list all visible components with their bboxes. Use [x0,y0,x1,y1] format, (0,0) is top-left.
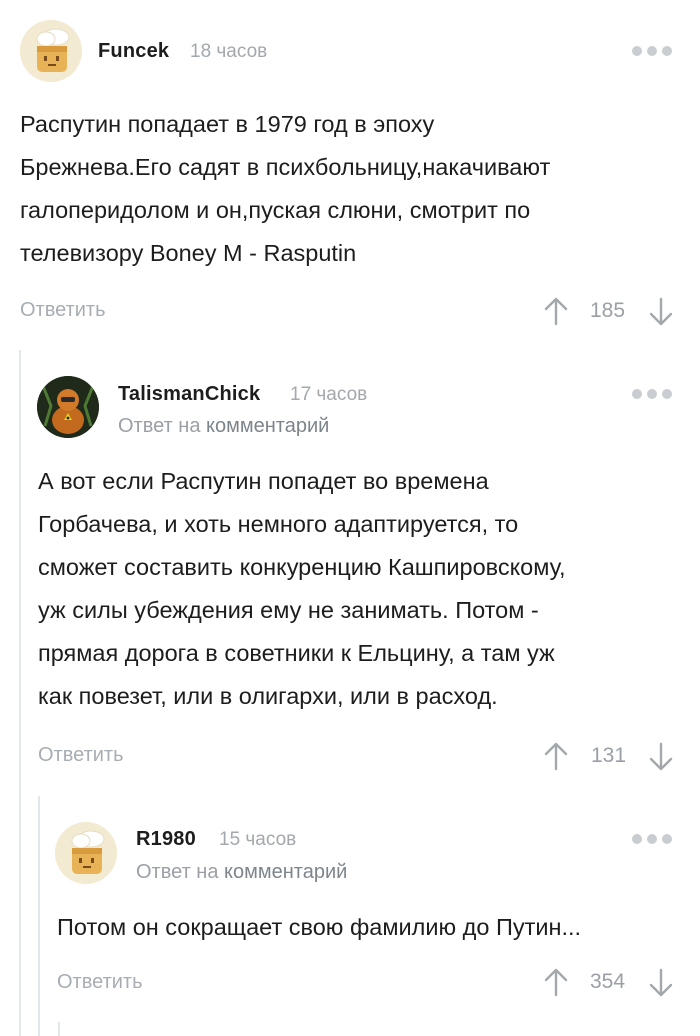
reply-to-link[interactable]: комментарий [206,415,329,437]
comment-r1980: R1980 15 часов Ответ на комментарий Пото… [0,796,700,1036]
more-options-icon[interactable] [632,45,672,57]
comment-text-line: Брежнева.Его садят в психбольницу,накачи… [20,154,551,180]
rating-value: 354 [590,970,626,993]
reply-to-label: Ответ на комментарий [118,415,329,438]
chef-hat-bread-avatar-icon [20,20,82,82]
rating-value: 185 [590,299,626,322]
comment-text: А вот если Распутин попадет во времена Г… [38,460,566,718]
comment-text-line: сможет составить конкуренцию Кашпировско… [38,554,566,580]
avatar[interactable] [37,376,99,438]
comment-text-line: галоперидолом и он,пуская слюни, смотрит… [20,197,531,223]
comment-funcek: Funcek 18 часов Распутин попадает в 1979… [0,0,700,350]
comment-text-line: прямая дорога в советники к Ельцину, а т… [38,640,555,666]
reply-to-prefix: Ответ на [136,861,219,883]
comment-time: 15 часов [219,829,297,850]
author-name[interactable]: TalismanChick [118,383,260,406]
comment-text-line: А вот если Распутин попадет во времена [38,468,489,494]
comment-text-line: Потом он сокращает свою фамилию до Путин… [57,914,582,940]
downvote-arrow-icon[interactable] [648,742,674,772]
reply-to-prefix: Ответ на [118,415,201,437]
comment-text-line: как повезет, или в олигархи, или в расхо… [38,683,498,709]
comment-text-line: уж силы убеждения ему не занимать. Потом… [38,597,539,623]
avatar[interactable] [20,20,82,82]
more-options-icon[interactable] [632,833,672,845]
author-name[interactable]: R1980 [136,828,196,851]
upvote-arrow-icon[interactable] [543,967,569,997]
comment-text-line: Горбачева, и хоть немного адаптируется, … [38,511,519,537]
comment-text: Потом он сокращает свою фамилию до Путин… [57,906,581,949]
comment-text-line: телевизору Boney M - Rasputin [20,240,357,266]
downvote-arrow-icon[interactable] [648,297,674,327]
reply-button[interactable]: Ответить [20,299,106,322]
character-avatar-icon [37,376,99,438]
comment-talismanchick: TalismanChick 17 часов Ответ на коммента… [0,350,700,796]
comment-time: 18 часов [190,41,268,62]
comment-time: 17 часов [290,384,368,405]
avatar[interactable] [55,822,117,884]
reply-button[interactable]: Ответить [57,971,143,994]
more-options-icon[interactable] [632,388,672,400]
upvote-arrow-icon[interactable] [543,296,569,326]
comment-text-line: Распутин попадает в 1979 год в эпоху [20,111,435,137]
upvote-arrow-icon[interactable] [543,741,569,771]
reply-to-label: Ответ на комментарий [136,861,347,884]
reply-to-link[interactable]: комментарий [224,861,347,883]
reply-button[interactable]: Ответить [38,744,124,767]
rating-value: 131 [591,744,627,767]
downvote-arrow-icon[interactable] [648,968,674,998]
author-name[interactable]: Funcek [98,40,169,63]
comment-text: Распутин попадает в 1979 год в эпоху Бре… [20,103,550,275]
chef-hat-bread-avatar-icon [55,822,117,884]
